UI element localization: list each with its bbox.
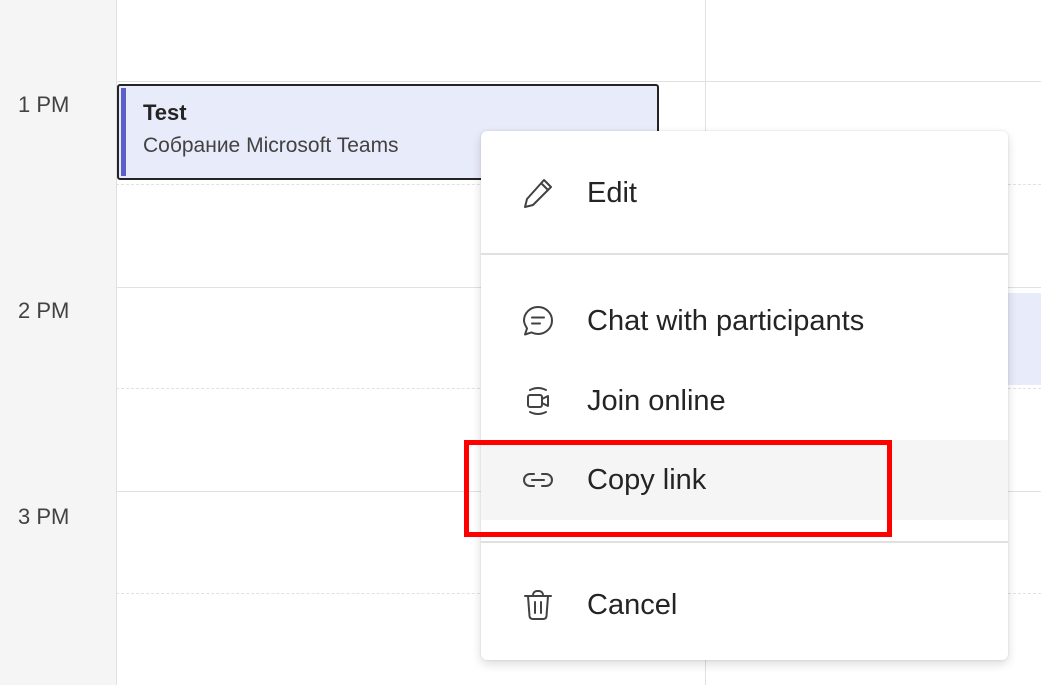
event-accent-bar [121,88,126,176]
menu-item-label: Cancel [587,588,678,621]
time-label-1pm: 1 PM [18,92,70,117]
pencil-icon [521,176,555,210]
menu-item-join-online[interactable]: Join online [481,361,1008,441]
chat-icon [521,304,555,338]
time-gutter: 1 PM 2 PM 3 PM [0,0,116,685]
link-icon [521,463,555,497]
menu-item-cancel[interactable]: Cancel [481,565,1008,645]
menu-item-chat[interactable]: Chat with participants [481,281,1008,361]
menu-item-edit[interactable]: Edit [481,153,1008,233]
event-subtitle: Собрание Microsoft Teams [143,134,399,157]
time-label-2pm: 2 PM [18,298,70,323]
hour-line [116,81,1041,82]
menu-divider [481,541,1008,543]
adjacent-event[interactable] [1008,293,1041,385]
context-menu: Edit Chat with participants Join online [481,131,1008,660]
menu-item-label: Edit [587,176,637,209]
time-label-3pm: 3 PM [18,504,70,529]
trash-icon [521,588,555,622]
menu-item-label: Copy link [587,463,707,496]
menu-item-label: Join online [587,384,726,417]
menu-item-label: Chat with participants [587,304,865,337]
menu-divider [481,253,1008,255]
event-title: Test [143,100,187,125]
video-join-icon [521,384,555,418]
menu-item-copy-link[interactable]: Copy link [481,440,1008,520]
